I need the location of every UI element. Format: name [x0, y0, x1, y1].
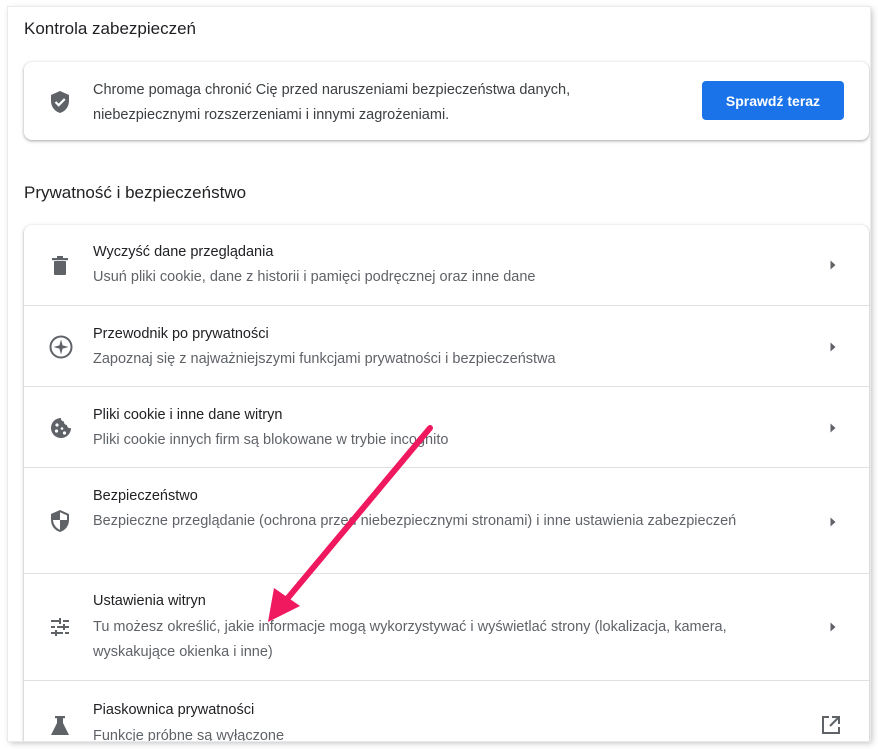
row-privacy-guide[interactable]: Przewodnik po prywatności Zapoznaj się z…: [24, 305, 869, 386]
chevron-right-icon: [828, 422, 838, 434]
open-external-icon: [821, 715, 841, 735]
settings-page: Kontrola zabezpieczeń Chrome pomaga chro…: [8, 7, 870, 741]
row-sub: Pliki cookie innych firm są blokowane w …: [93, 432, 449, 448]
row-sub: Zapoznaj się z najważniejszymi funkcjami…: [93, 351, 556, 367]
trash-icon: [49, 255, 71, 277]
row-privacy-sandbox[interactable]: Piaskownica prywatności Funkcje próbne s…: [24, 680, 869, 741]
row-sub: Bezpieczne przeglądanie (ochrona przed n…: [93, 513, 737, 529]
row-site-settings[interactable]: Ustawienia witryn Tu możesz określić, ja…: [24, 573, 869, 680]
chevron-right-icon: [828, 516, 838, 528]
chevron-right-icon: [828, 621, 838, 633]
tune-sliders-icon: [49, 617, 71, 637]
row-sub: Tu możesz określić, jakie informacje mog…: [93, 619, 727, 660]
chevron-right-icon: [828, 341, 838, 353]
chevron-right-icon: [828, 259, 838, 271]
safety-check-card: Chrome pomaga chronić Cię przed naruszen…: [24, 62, 869, 140]
flask-icon: [49, 715, 71, 737]
row-clear-browsing-data[interactable]: Wyczyść dane przeglądania Usuń pliki coo…: [24, 225, 869, 305]
row-security[interactable]: Bezpieczeństwo Bezpieczne przeglądanie (…: [24, 467, 869, 573]
privacy-card: Wyczyść dane przeglądania Usuń pliki coo…: [24, 225, 869, 741]
cookie-icon: [49, 416, 73, 440]
check-now-button[interactable]: Sprawdź teraz: [702, 81, 844, 120]
row-label: Ustawienia witryn: [93, 593, 206, 609]
row-cookies[interactable]: Pliki cookie i inne dane witryn Pliki co…: [24, 386, 869, 467]
row-sub: Usuń pliki cookie, dane z historii i pam…: [93, 269, 536, 285]
row-label: Wyczyść dane przeglądania: [93, 244, 274, 260]
row-label: Pliki cookie i inne dane witryn: [93, 407, 283, 423]
compass-icon: [49, 335, 73, 359]
row-label: Bezpieczeństwo: [93, 488, 198, 504]
row-label: Piaskownica prywatności: [93, 702, 255, 718]
privacy-heading: Prywatność i bezpieczeństwo: [24, 183, 247, 202]
shield-check-icon: [49, 90, 71, 114]
security-shield-icon: [49, 509, 71, 533]
safety-check-heading: Kontrola zabezpieczeń: [24, 19, 197, 38]
row-label: Przewodnik po prywatności: [93, 326, 269, 342]
safety-check-description: Chrome pomaga chronić Cię przed naruszen…: [93, 82, 571, 123]
row-sub: Funkcje próbne są wyłączone: [93, 728, 285, 741]
